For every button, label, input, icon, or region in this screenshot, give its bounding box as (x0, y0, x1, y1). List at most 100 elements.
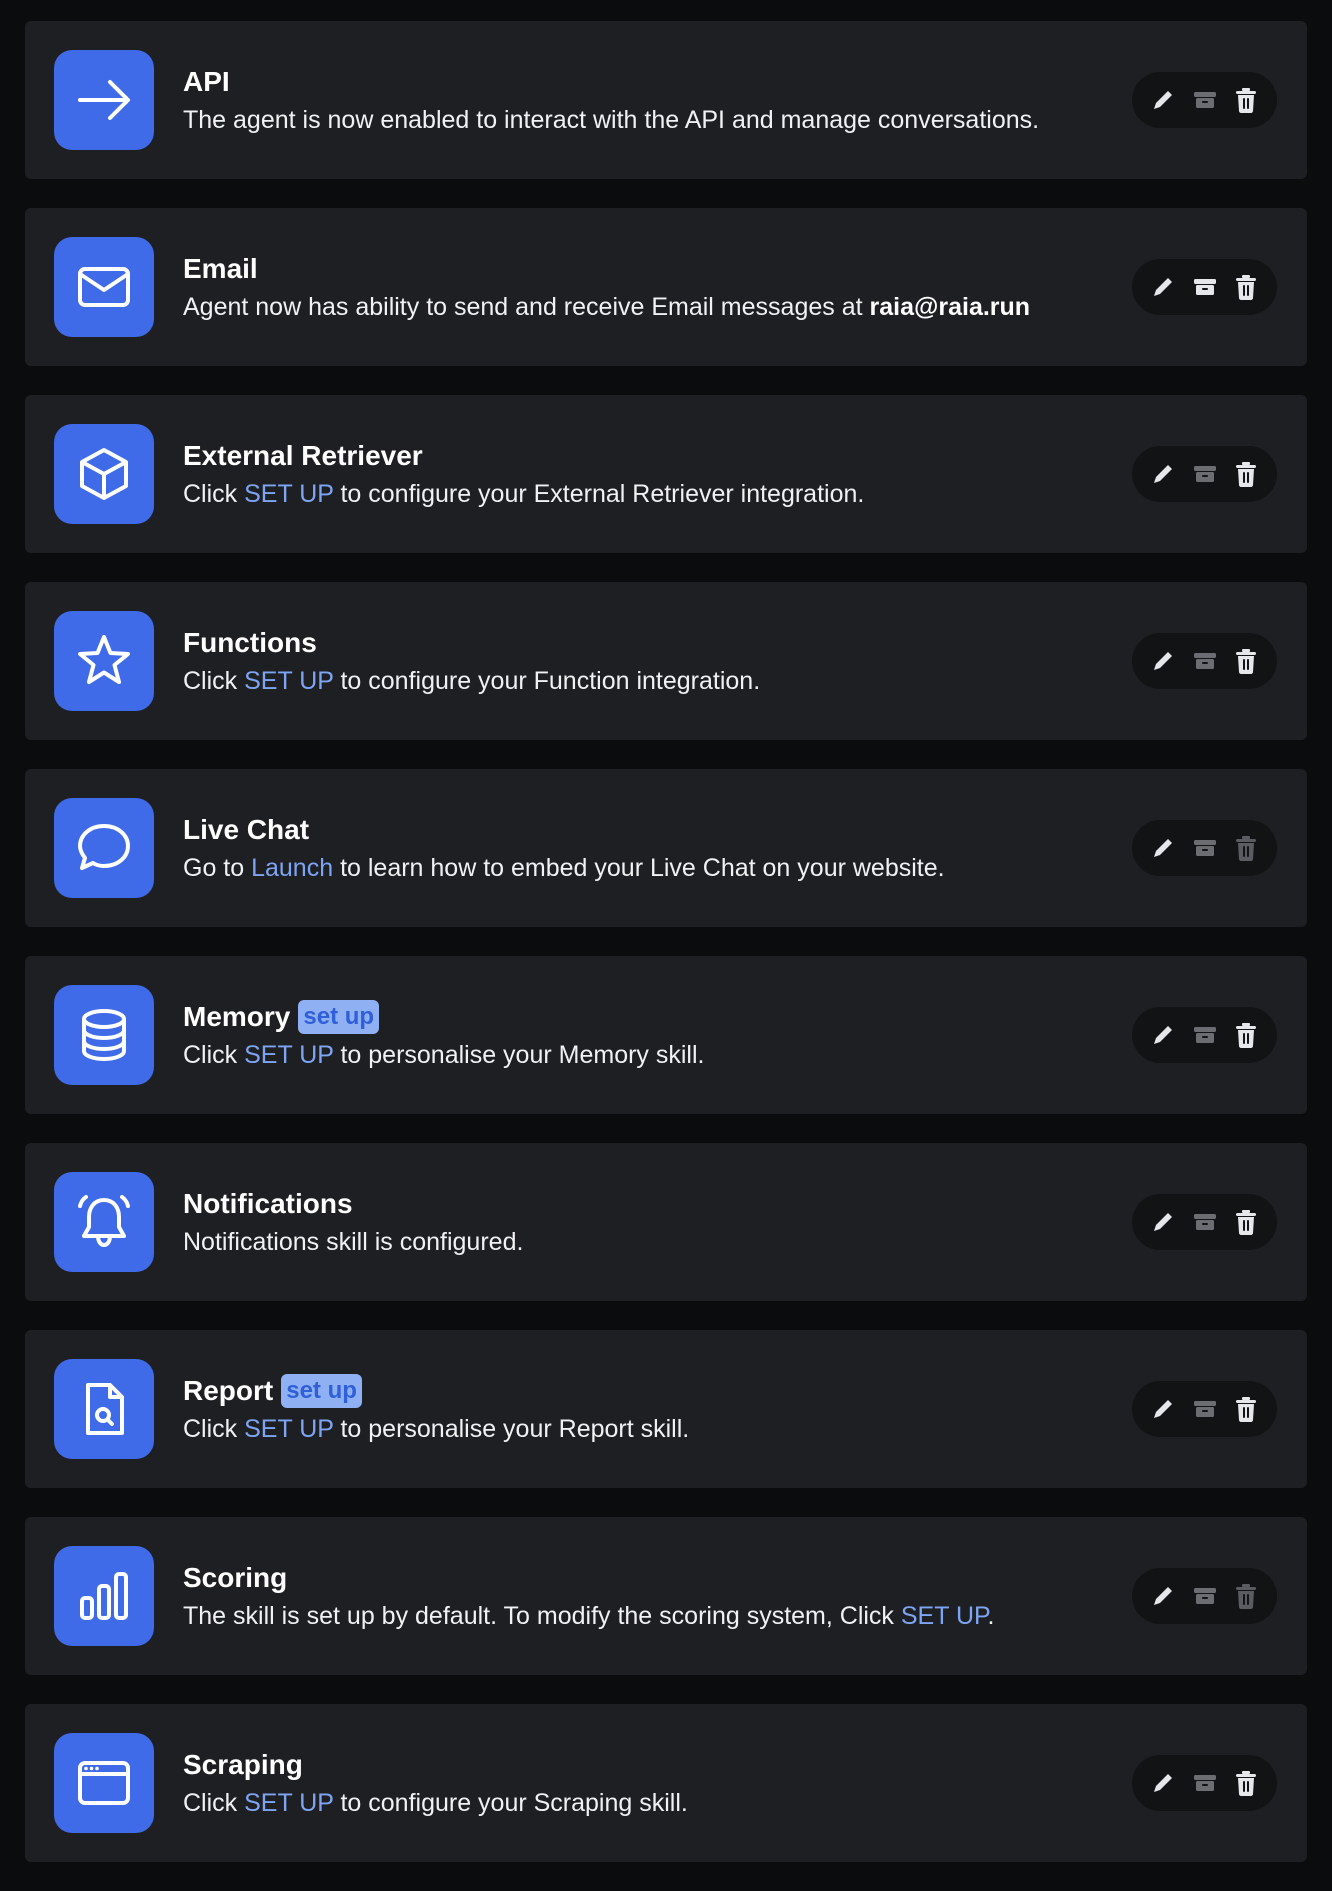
skill-icon-tile (54, 237, 154, 337)
setup-badge[interactable]: set up (281, 1374, 362, 1408)
skill-title-row: Notifications (183, 1187, 1097, 1221)
delete-button[interactable] (1231, 1020, 1261, 1050)
skill-description: Click SET UP to personalise your Memory … (183, 1038, 1097, 1072)
archive-icon (1193, 1214, 1216, 1230)
delete-button[interactable] (1231, 833, 1261, 863)
skill-text: Memory set up Click SET UP to personalise … (183, 1000, 1097, 1072)
delete-button[interactable] (1231, 85, 1261, 115)
delete-button[interactable] (1231, 1768, 1261, 1798)
skill-icon-tile (54, 50, 154, 150)
skill-actions (1132, 820, 1277, 876)
archive-button[interactable] (1190, 1207, 1220, 1237)
email-address: raia@raia.run (869, 293, 1031, 321)
skill-title-row: Memory set up (183, 1000, 1097, 1034)
skill-title-row: Email (183, 252, 1097, 286)
trash-icon (1236, 836, 1256, 861)
archive-button[interactable] (1190, 1581, 1220, 1611)
edit-button[interactable] (1148, 459, 1178, 489)
skill-title-row: Functions (183, 626, 1097, 660)
archive-button[interactable] (1190, 646, 1220, 676)
setup-link[interactable]: SET UP (244, 1041, 333, 1069)
pencil-icon (1154, 652, 1172, 670)
edit-button[interactable] (1148, 1581, 1178, 1611)
setup-link[interactable]: SET UP (244, 480, 333, 508)
archive-button[interactable] (1190, 1394, 1220, 1424)
skill-title: Memory (183, 1001, 291, 1032)
archive-button[interactable] (1190, 459, 1220, 489)
edit-button[interactable] (1148, 1768, 1178, 1798)
skill-title: API (183, 66, 230, 97)
trash-icon (1236, 1397, 1256, 1422)
setup-link[interactable]: SET UP (244, 1415, 333, 1443)
skill-card-functions: Functions Click SET UP to configure your … (25, 582, 1307, 740)
delete-button[interactable] (1231, 1394, 1261, 1424)
archive-button[interactable] (1190, 1020, 1220, 1050)
edit-button[interactable] (1148, 646, 1178, 676)
skill-text: Live Chat Go to Launch to learn how to em… (183, 813, 1097, 885)
pencil-icon (1154, 1774, 1172, 1792)
document-search-icon (86, 1383, 124, 1435)
skill-title: Scoring (183, 1562, 288, 1593)
pencil-icon (1154, 1400, 1172, 1418)
description-text: Click (183, 480, 245, 508)
skill-title-row: API (183, 65, 1097, 99)
setup-link[interactable]: Launch (251, 854, 333, 882)
setup-link[interactable]: SET UP (901, 1602, 988, 1630)
description-text: Click (183, 667, 245, 695)
skill-icon-tile (54, 1359, 154, 1459)
skill-text: Report set up Click SET UP to personalise … (183, 1374, 1097, 1446)
trash-icon (1236, 1023, 1256, 1048)
description-text: The skill is set up by default. To modif… (183, 1602, 901, 1630)
description-text: Go to (183, 854, 252, 882)
skill-icon-tile (54, 798, 154, 898)
description-text-after: to configure your External Retriever int… (333, 480, 865, 508)
edit-button[interactable] (1148, 833, 1178, 863)
skill-title: Scraping (183, 1749, 303, 1780)
bell-icon (78, 1195, 130, 1247)
delete-button[interactable] (1231, 1207, 1261, 1237)
chat-bubble-icon (78, 824, 130, 870)
archive-button[interactable] (1190, 833, 1220, 863)
edit-button[interactable] (1148, 1207, 1178, 1237)
description-text-after: to personalise your Memory skill. (333, 1041, 705, 1069)
pencil-icon (1154, 1213, 1172, 1231)
skill-description: Click SET UP to configure your External … (183, 477, 1097, 511)
edit-button[interactable] (1148, 272, 1178, 302)
archive-icon (1193, 653, 1216, 669)
edit-button[interactable] (1148, 1020, 1178, 1050)
skill-title-row: Scraping (183, 1748, 1097, 1782)
skill-actions (1132, 1381, 1277, 1437)
skill-card-report: Report set up Click SET UP to personalise … (25, 1330, 1307, 1488)
skill-actions (1132, 72, 1277, 128)
setup-badge[interactable]: set up (298, 1000, 380, 1034)
archive-button[interactable] (1190, 1768, 1220, 1798)
pencil-icon (1154, 1026, 1172, 1044)
delete-button[interactable] (1231, 1581, 1261, 1611)
skill-card-scraping: Scraping Click SET UP to configure your S… (25, 1704, 1307, 1862)
delete-button[interactable] (1231, 272, 1261, 302)
archive-button[interactable] (1190, 272, 1220, 302)
pencil-icon (1154, 839, 1172, 857)
skill-title: Notifications (183, 1188, 353, 1219)
archive-button[interactable] (1190, 85, 1220, 115)
description-text-after: . (987, 1602, 995, 1630)
edit-button[interactable] (1148, 1394, 1178, 1424)
setup-link[interactable]: SET UP (244, 667, 333, 695)
description-text: Click (183, 1041, 245, 1069)
trash-icon (1236, 275, 1256, 300)
skill-icon-tile (54, 1172, 154, 1272)
edit-button[interactable] (1148, 85, 1178, 115)
trash-icon (1236, 462, 1256, 487)
bar-chart-icon (80, 1572, 128, 1620)
delete-button[interactable] (1231, 646, 1261, 676)
description-text: Agent now has ability to send and receiv… (183, 293, 870, 321)
skill-title-row: External Retriever (183, 439, 1097, 473)
setup-link[interactable]: SET UP (244, 1789, 333, 1817)
mail-icon (78, 267, 130, 307)
pencil-icon (1154, 91, 1172, 109)
delete-button[interactable] (1231, 459, 1261, 489)
skill-text: Email Agent now has ability to send and r… (183, 252, 1097, 324)
skill-title-row: Report set up (183, 1374, 1097, 1408)
skill-title-row: Live Chat (183, 813, 1097, 847)
skill-title: Email (183, 253, 258, 284)
